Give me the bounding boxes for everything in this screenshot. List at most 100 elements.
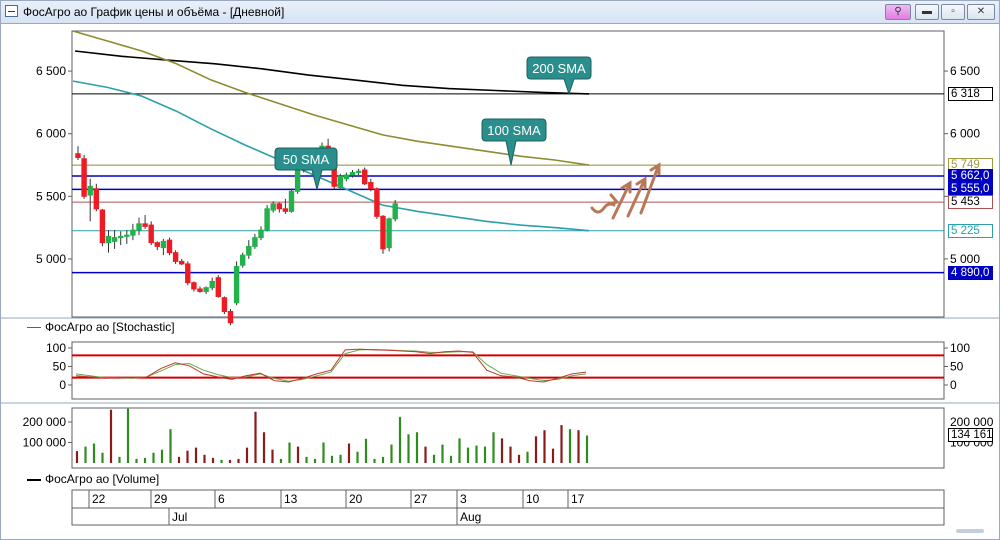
stochastic-panel[interactable] xyxy=(71,341,945,400)
sma-callout-label: 100 SMA xyxy=(487,123,541,138)
price-label-teal: 5 225 xyxy=(948,223,993,238)
candle-down xyxy=(368,182,374,190)
time-tick-label: 13 xyxy=(284,492,298,506)
volume-tick-label-left: 100 000 xyxy=(23,436,67,450)
stochastic-legend-swatch xyxy=(27,327,41,329)
time-tick-label: 17 xyxy=(571,492,585,506)
time-tick-label: 22 xyxy=(92,492,106,506)
y-tick-label-right: 6 500 xyxy=(950,64,980,78)
close-button[interactable]: ✕ xyxy=(967,4,995,20)
candle-down xyxy=(197,288,203,292)
candle-down xyxy=(179,260,185,265)
candle-up xyxy=(111,237,118,242)
time-tick-label: 10 xyxy=(526,492,540,506)
candle-up xyxy=(233,265,240,304)
volume-tick-label-right: 200 000 xyxy=(950,415,994,429)
stoch-tick-label-right: 50 xyxy=(950,360,964,374)
candle-down xyxy=(99,209,106,244)
price-label-blue: 5 662,0 xyxy=(948,169,993,183)
stoch-tick-label-right: 100 xyxy=(950,341,970,355)
y-tick-label-right: 5 000 xyxy=(950,252,980,266)
stoch-tick-label-left: 50 xyxy=(53,360,67,374)
candle-up xyxy=(209,280,215,289)
candle-up xyxy=(136,223,142,231)
price-label-brown: 5 453 xyxy=(948,195,993,210)
candle-up xyxy=(105,235,112,244)
month-tick-label: Aug xyxy=(460,510,481,524)
candle-down xyxy=(215,277,222,297)
candle-up xyxy=(270,203,276,211)
volume-legend: ФосАгро ао [Volume] xyxy=(27,472,159,486)
pin-button[interactable]: ⚲ xyxy=(885,4,911,20)
volume-panel[interactable] xyxy=(71,407,945,469)
candle-down xyxy=(154,242,161,247)
stoch-tick-label-right: 0 xyxy=(950,378,957,392)
candle-up xyxy=(87,185,93,196)
candle-down xyxy=(276,203,283,210)
y-tick-label-left: 6 000 xyxy=(36,127,66,141)
candle-down xyxy=(221,297,228,313)
candle-up xyxy=(124,234,130,237)
candle-down xyxy=(93,188,99,210)
candle-up xyxy=(160,240,167,249)
candle-down xyxy=(142,223,148,227)
y-tick-label-left: 5 500 xyxy=(36,189,66,203)
volume-last-label: 134 161 xyxy=(948,428,993,443)
time-tick-label: 3 xyxy=(460,492,467,506)
price-label-blue: 4 890,0 xyxy=(948,265,993,280)
resize-grip[interactable] xyxy=(956,529,984,533)
volume-legend-swatch xyxy=(27,478,41,481)
candle-up xyxy=(203,287,209,292)
candle-up xyxy=(130,229,136,236)
volume-tick-label-left: 200 000 xyxy=(23,415,67,429)
candle-down xyxy=(75,153,81,158)
candle-down xyxy=(227,311,234,324)
y-tick-label-right: 6 000 xyxy=(950,127,980,141)
time-tick-label: 29 xyxy=(154,492,168,506)
stochastic-legend-label: ФосАгро ао [Stochastic] xyxy=(45,320,175,334)
candle-down xyxy=(374,188,380,217)
chart-window: ФосАгро ао График цены и объёма - [Дневн… xyxy=(0,0,1000,540)
candle-up xyxy=(355,170,362,174)
candle-up xyxy=(246,245,252,256)
candle-up xyxy=(258,229,264,239)
candle-down xyxy=(172,252,179,262)
candle-down xyxy=(166,239,173,254)
candle-down xyxy=(148,224,154,244)
stoch-tick-label-left: 100 xyxy=(46,341,66,355)
chart-app-icon xyxy=(5,5,18,17)
volume-legend-label: ФосАгро ао [Volume] xyxy=(45,472,160,486)
candle-down xyxy=(191,282,197,290)
price-label-black: 6 318 xyxy=(948,86,993,101)
candle-up xyxy=(264,208,270,231)
candle-up xyxy=(252,237,258,247)
candle-down xyxy=(380,215,386,250)
candle-down xyxy=(81,158,87,197)
maximize-button[interactable]: ▫ xyxy=(941,4,965,20)
y-tick-label-left: 5 000 xyxy=(36,252,66,266)
candle-down xyxy=(185,263,191,284)
sma-callout-label: 50 SMA xyxy=(283,152,330,167)
title-bar[interactable]: ФосАгро ао График цены и объёма - [Дневн… xyxy=(1,1,999,24)
price-panel[interactable] xyxy=(71,30,945,318)
candle-down xyxy=(362,169,368,185)
candle-up xyxy=(386,218,392,249)
minimize-button[interactable]: ▬ xyxy=(915,4,939,20)
candle-down xyxy=(282,208,289,212)
candle-up xyxy=(240,254,246,266)
stoch-tick-label-left: 0 xyxy=(59,378,66,392)
sma-callout-label: 200 SMA xyxy=(532,61,586,76)
time-tick-label: 20 xyxy=(349,492,363,506)
chart-canvas[interactable]: 6 5006 5006 0006 0005 5005 5005 0005 000… xyxy=(1,23,999,539)
candle-up xyxy=(294,168,301,192)
y-tick-label-left: 6 500 xyxy=(36,64,66,78)
candle-up xyxy=(343,174,350,180)
stochastic-legend: ФосАгро ао [Stochastic] xyxy=(27,320,175,334)
candle-up xyxy=(288,190,295,212)
month-tick-label: Jul xyxy=(172,510,187,524)
time-tick-label: 27 xyxy=(414,492,428,506)
candle-up xyxy=(349,172,356,176)
candle-up xyxy=(392,203,398,220)
candle-up xyxy=(337,175,344,189)
window-title: ФосАгро ао График цены и объёма - [Дневн… xyxy=(23,5,285,19)
